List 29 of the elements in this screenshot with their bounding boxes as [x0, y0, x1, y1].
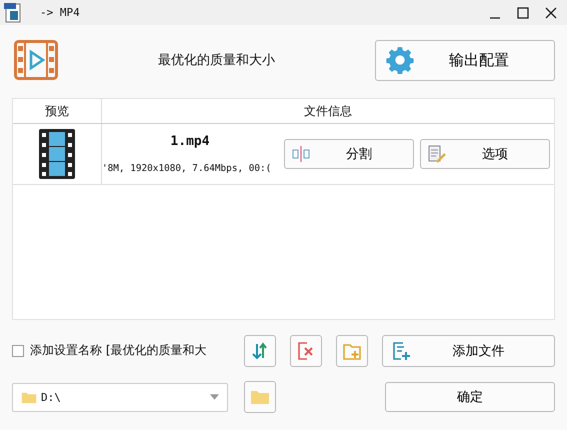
- profile-name: 最优化的质量和大小: [158, 52, 275, 69]
- output-config-button[interactable]: 输出配置: [375, 40, 555, 80]
- sort-button[interactable]: [244, 334, 276, 366]
- options-button[interactable]: 选项: [420, 139, 550, 169]
- maximize-icon[interactable]: [517, 6, 529, 18]
- file-details: '8M, 1920x1080, 7.64Mbps, 00:(: [102, 163, 272, 174]
- split-icon: [291, 144, 311, 164]
- close-icon[interactable]: [545, 6, 557, 18]
- film-strip-icon: [39, 129, 75, 179]
- caret-icon: [210, 394, 219, 400]
- split-button[interactable]: 分割: [284, 139, 414, 169]
- add-document-icon: [391, 340, 411, 360]
- remove-button[interactable]: [290, 334, 322, 366]
- ok-button[interactable]: 确定: [385, 382, 555, 412]
- browse-folder-button[interactable]: [244, 381, 276, 413]
- add-file-button[interactable]: 添加文件: [382, 334, 555, 366]
- app-icon: [4, 2, 22, 22]
- output-folder-dropdown[interactable]: D:\: [12, 382, 228, 412]
- column-header: 预览: [13, 99, 102, 123]
- window-title: -> MP4: [40, 6, 80, 19]
- add-folder-button[interactable]: [336, 334, 368, 366]
- file-name: 1.mp4: [170, 134, 210, 149]
- film-play-icon: [14, 40, 58, 80]
- checkbox-label: 添加设置名称 [最优化的质量和大: [30, 342, 206, 359]
- checkbox[interactable]: [12, 344, 24, 356]
- settings-icon: [386, 46, 414, 74]
- folder-icon: [21, 390, 37, 404]
- document-pencil-icon: [427, 144, 447, 164]
- column-header: 文件信息: [303, 102, 353, 120]
